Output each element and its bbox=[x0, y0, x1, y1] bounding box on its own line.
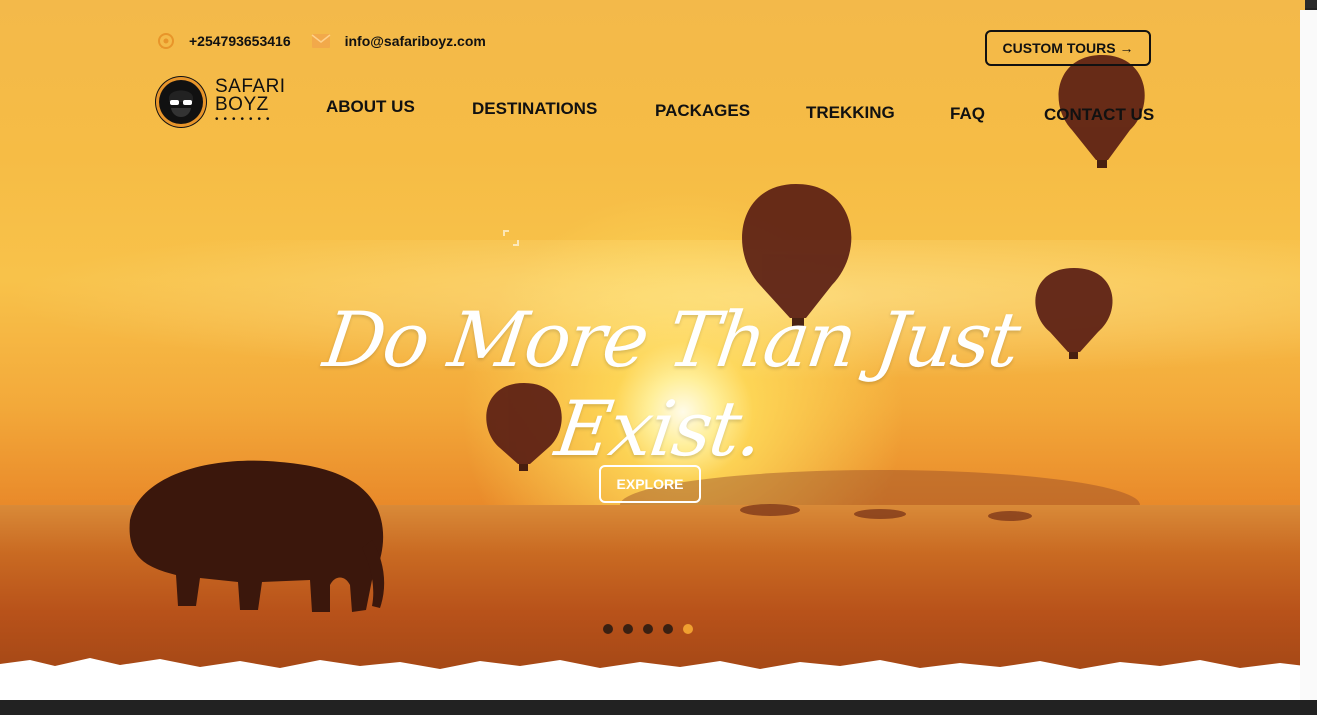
main-navigation: ABOUT US DESTINATIONS PACKAGES TREKKING … bbox=[0, 95, 1305, 125]
hero-headline: Do More Than Just Exist. bbox=[318, 295, 1024, 473]
envelope-icon bbox=[311, 34, 331, 48]
slider-dot-5[interactable] bbox=[683, 624, 693, 634]
elephant-silhouette bbox=[129, 460, 385, 612]
page-edge bbox=[1300, 10, 1317, 700]
nav-contact-us[interactable]: CONTACT US bbox=[1044, 105, 1154, 125]
slider-dot-4[interactable] bbox=[663, 624, 673, 634]
acacia-tree bbox=[988, 511, 1032, 521]
custom-tours-button[interactable]: CUSTOM TOURS → bbox=[985, 30, 1151, 66]
slider-dot-2[interactable] bbox=[623, 624, 633, 634]
torn-paper-edge bbox=[0, 658, 1305, 700]
explore-button[interactable]: EXPLORE bbox=[599, 465, 701, 503]
loading-icon bbox=[503, 230, 519, 246]
browser-frame: +254793653416 info@safariboyz.com CUSTOM… bbox=[0, 0, 1317, 715]
nav-packages[interactable]: PACKAGES bbox=[655, 101, 750, 121]
contact-bar: +254793653416 info@safariboyz.com bbox=[157, 30, 506, 52]
acacia-tree bbox=[854, 509, 906, 519]
slider-dot-1[interactable] bbox=[603, 624, 613, 634]
slider-dot-3[interactable] bbox=[643, 624, 653, 634]
whatsapp-icon bbox=[158, 33, 174, 49]
email-address[interactable]: info@safariboyz.com bbox=[345, 33, 486, 49]
nav-destinations[interactable]: DESTINATIONS bbox=[472, 99, 597, 119]
slider-pagination bbox=[603, 624, 703, 634]
phone-contact[interactable]: +254793653416 bbox=[157, 32, 291, 50]
hero-banner: +254793653416 info@safariboyz.com CUSTOM… bbox=[0, 0, 1305, 700]
nav-trekking[interactable]: TREKKING bbox=[806, 103, 895, 123]
custom-tours-label: CUSTOM TOURS → bbox=[1002, 40, 1134, 56]
acacia-tree bbox=[740, 504, 800, 516]
nav-faq[interactable]: FAQ bbox=[950, 104, 985, 124]
explore-label: EXPLORE bbox=[616, 476, 684, 492]
phone-number[interactable]: +254793653416 bbox=[189, 33, 291, 49]
email-contact[interactable]: info@safariboyz.com bbox=[311, 33, 486, 49]
nav-about-us[interactable]: ABOUT US bbox=[326, 97, 415, 117]
